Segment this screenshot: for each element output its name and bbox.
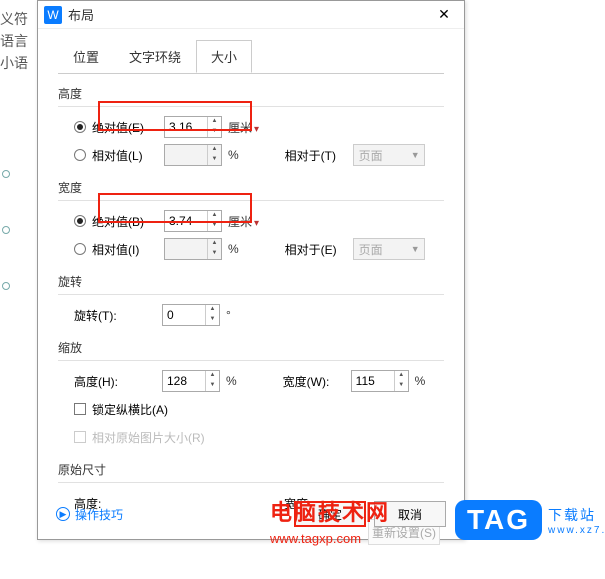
background-text: 语言	[0, 30, 28, 52]
chevron-down-icon: ▼	[411, 244, 420, 254]
spinner-up-icon[interactable]: ▲	[208, 117, 221, 127]
background-text: 小语	[0, 52, 28, 74]
relative-to-t-combo: 页面▼	[353, 144, 425, 166]
spinner-up-icon: ▲	[208, 145, 221, 155]
unit-degree: °	[226, 308, 231, 322]
spinner-down-icon[interactable]: ▼	[395, 381, 408, 391]
tab-size[interactable]: 大小	[196, 40, 252, 73]
tips-label: 操作技巧	[75, 506, 123, 523]
radio-absolute-b[interactable]	[74, 215, 86, 227]
spinner-up-icon[interactable]: ▲	[395, 371, 408, 381]
label-relative-to-t: 相对于(T)	[285, 147, 353, 164]
height-relative-input	[165, 145, 207, 165]
width-absolute-input[interactable]	[165, 211, 207, 231]
section-rotate: 旋转	[58, 273, 444, 290]
rotate-input[interactable]	[163, 305, 205, 325]
radio-relative-l[interactable]	[74, 149, 86, 161]
spinner-down-icon[interactable]: ▼	[206, 315, 219, 325]
cancel-button[interactable]: 取消	[374, 501, 446, 527]
label-lock-aspect: 锁定纵横比(A)	[92, 401, 168, 418]
checkbox-rel-orig	[74, 431, 86, 443]
spinner-down-icon: ▼	[208, 155, 221, 165]
label-scale-width: 宽度(W):	[283, 373, 351, 390]
close-icon[interactable]: ✕	[430, 1, 458, 29]
section-orig: 原始尺寸	[58, 461, 444, 478]
layout-dialog: W 布局 ✕ 位置 文字环绕 大小 高度 绝对值(E) ▲▼ 厘米	[37, 0, 465, 540]
selection-handle[interactable]	[2, 170, 10, 178]
spinner-up-icon[interactable]: ▲	[208, 211, 221, 221]
label-scale-height: 高度(H):	[74, 373, 162, 390]
width-relative-spinner: ▲▼	[164, 238, 222, 260]
section-width: 宽度	[58, 179, 444, 196]
height-relative-spinner: ▲▼	[164, 144, 222, 166]
scale-width-input[interactable]	[352, 371, 394, 391]
scale-width-spinner[interactable]: ▲▼	[351, 370, 409, 392]
unit-cm-dropdown[interactable]: 厘米	[228, 119, 259, 136]
section-height: 高度	[58, 85, 444, 102]
unit-percent: %	[226, 374, 237, 388]
width-absolute-spinner[interactable]: ▲▼	[164, 210, 222, 232]
radio-relative-i[interactable]	[74, 243, 86, 255]
height-absolute-spinner[interactable]: ▲▼	[164, 116, 222, 138]
chevron-down-icon: ▼	[411, 150, 420, 160]
spinner-down-icon[interactable]: ▼	[208, 127, 221, 137]
unit-percent: %	[415, 374, 426, 388]
scale-height-input[interactable]	[163, 371, 205, 391]
label-relative-i: 相对值(I)	[92, 241, 164, 258]
section-scale: 缩放	[58, 339, 444, 356]
label-relative-to-e: 相对于(E)	[285, 241, 353, 258]
spinner-up-icon[interactable]: ▲	[206, 305, 219, 315]
height-absolute-input[interactable]	[165, 117, 207, 137]
spinner-down-icon: ▼	[208, 249, 221, 259]
radio-absolute-e[interactable]	[74, 121, 86, 133]
tab-wrap[interactable]: 文字环绕	[114, 40, 196, 73]
tips-link[interactable]: ▶ 操作技巧	[56, 506, 123, 523]
app-logo-icon: W	[44, 6, 62, 24]
unit-percent: %	[228, 242, 239, 256]
spinner-down-icon[interactable]: ▼	[208, 221, 221, 231]
label-absolute-b: 绝对值(B)	[92, 213, 164, 230]
tag-badge-overlay: TAG 下载站 www.xz7.com	[455, 500, 605, 540]
checkbox-lock-aspect[interactable]	[74, 403, 86, 415]
spinner-down-icon[interactable]: ▼	[206, 381, 219, 391]
selection-handle[interactable]	[2, 226, 10, 234]
unit-cm-dropdown[interactable]: 厘米	[228, 213, 259, 230]
spinner-up-icon[interactable]: ▲	[206, 371, 219, 381]
label-relative-l: 相对值(L)	[92, 147, 164, 164]
unit-percent: %	[228, 148, 239, 162]
width-relative-input	[165, 239, 207, 259]
selection-handle[interactable]	[2, 282, 10, 290]
play-icon: ▶	[56, 507, 70, 521]
ok-button[interactable]: 确定	[294, 501, 366, 527]
spinner-up-icon: ▲	[208, 239, 221, 249]
label-absolute-e: 绝对值(E)	[92, 119, 164, 136]
dialog-title: 布局	[68, 5, 430, 24]
background-text: 义符	[0, 8, 28, 30]
label-rotate-t: 旋转(T):	[74, 307, 162, 324]
rotate-spinner[interactable]: ▲▼	[162, 304, 220, 326]
label-rel-orig: 相对原始图片大小(R)	[92, 429, 205, 446]
relative-to-e-combo: 页面▼	[353, 238, 425, 260]
scale-height-spinner[interactable]: ▲▼	[162, 370, 220, 392]
tab-position[interactable]: 位置	[58, 40, 114, 73]
